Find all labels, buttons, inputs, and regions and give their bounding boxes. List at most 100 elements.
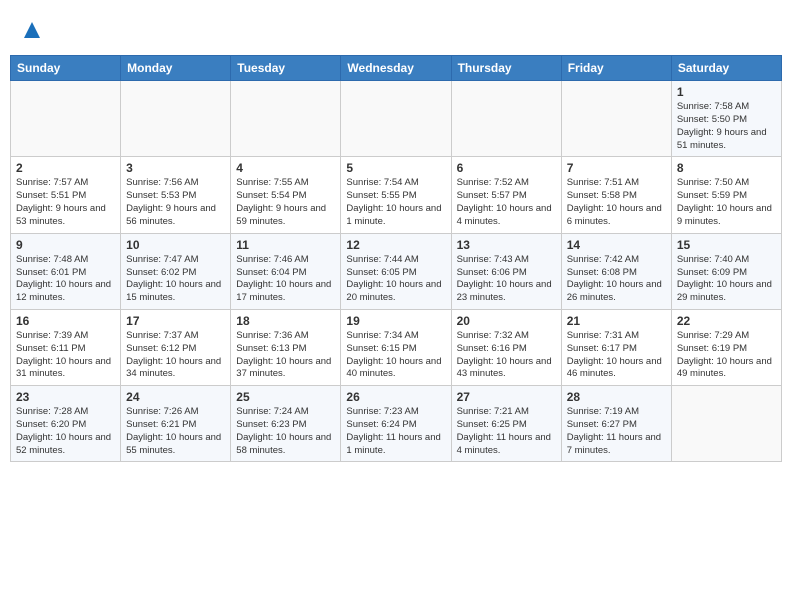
calendar-cell: 21 Sunrise: 7:31 AM Sunset: 6:17 PM Dayli…	[561, 309, 671, 385]
day-content: Sunrise: 7:50 AM Sunset: 5:59 PM Dayligh…	[677, 177, 776, 228]
day-content: Sunrise: 7:32 AM Sunset: 6:16 PM Dayligh…	[457, 330, 556, 381]
day-content: Sunrise: 7:43 AM Sunset: 6:06 PM Dayligh…	[457, 254, 556, 305]
calendar-cell: 17 Sunrise: 7:37 AM Sunset: 6:12 PM Dayli…	[121, 309, 231, 385]
calendar-cell: 7 Sunrise: 7:51 AM Sunset: 5:58 PM Daylig…	[561, 157, 671, 233]
day-number: 16	[16, 314, 115, 328]
calendar-week-row: 16 Sunrise: 7:39 AM Sunset: 6:11 PM Dayli…	[11, 309, 782, 385]
day-content: Sunrise: 7:47 AM Sunset: 6:02 PM Dayligh…	[126, 254, 225, 305]
day-number: 22	[677, 314, 776, 328]
calendar-table: SundayMondayTuesdayWednesdayThursdayFrid…	[10, 55, 782, 462]
calendar-cell: 19 Sunrise: 7:34 AM Sunset: 6:15 PM Dayli…	[341, 309, 451, 385]
day-of-week-header: Wednesday	[341, 56, 451, 81]
day-number: 17	[126, 314, 225, 328]
day-content: Sunrise: 7:21 AM Sunset: 6:25 PM Dayligh…	[457, 406, 556, 457]
day-number: 8	[677, 161, 776, 175]
day-content: Sunrise: 7:51 AM Sunset: 5:58 PM Dayligh…	[567, 177, 666, 228]
calendar-cell: 10 Sunrise: 7:47 AM Sunset: 6:02 PM Dayli…	[121, 233, 231, 309]
day-number: 21	[567, 314, 666, 328]
logo-icon	[22, 20, 42, 40]
day-number: 10	[126, 238, 225, 252]
calendar-cell	[11, 81, 121, 157]
calendar-cell: 23Sunrise: 7:28 AM Sunset: 6:20 PM Dayli…	[11, 386, 121, 462]
day-content: Sunrise: 7:55 AM Sunset: 5:54 PM Dayligh…	[236, 177, 335, 228]
calendar-cell: 18 Sunrise: 7:36 AM Sunset: 6:13 PM Dayli…	[231, 309, 341, 385]
day-number: 24	[126, 390, 225, 404]
day-content: Sunrise: 7:28 AM Sunset: 6:20 PM Dayligh…	[16, 406, 115, 457]
day-number: 15	[677, 238, 776, 252]
day-content: Sunrise: 7:29 AM Sunset: 6:19 PM Dayligh…	[677, 330, 776, 381]
day-content: Sunrise: 7:23 AM Sunset: 6:24 PM Dayligh…	[346, 406, 445, 457]
day-number: 25	[236, 390, 335, 404]
day-number: 3	[126, 161, 225, 175]
day-number: 26	[346, 390, 445, 404]
day-number: 7	[567, 161, 666, 175]
day-number: 20	[457, 314, 556, 328]
calendar-cell: 25Sunrise: 7:24 AM Sunset: 6:23 PM Dayli…	[231, 386, 341, 462]
calendar-cell: 27 Sunrise: 7:21 AM Sunset: 6:25 PM Dayli…	[451, 386, 561, 462]
day-content: Sunrise: 7:46 AM Sunset: 6:04 PM Dayligh…	[236, 254, 335, 305]
day-number: 27	[457, 390, 556, 404]
day-content: Sunrise: 7:42 AM Sunset: 6:08 PM Dayligh…	[567, 254, 666, 305]
calendar-cell: 8 Sunrise: 7:50 AM Sunset: 5:59 PM Daylig…	[671, 157, 781, 233]
day-of-week-header: Saturday	[671, 56, 781, 81]
day-content: Sunrise: 7:26 AM Sunset: 6:21 PM Dayligh…	[126, 406, 225, 457]
day-content: Sunrise: 7:31 AM Sunset: 6:17 PM Dayligh…	[567, 330, 666, 381]
calendar-cell: 6Sunrise: 7:52 AM Sunset: 5:57 PM Daylig…	[451, 157, 561, 233]
calendar-cell: 1 Sunrise: 7:58 AM Sunset: 5:50 PM Daylig…	[671, 81, 781, 157]
calendar-cell: 2 Sunrise: 7:57 AM Sunset: 5:51 PM Daylig…	[11, 157, 121, 233]
calendar-week-row: 2 Sunrise: 7:57 AM Sunset: 5:51 PM Daylig…	[11, 157, 782, 233]
day-number: 12	[346, 238, 445, 252]
day-of-week-header: Friday	[561, 56, 671, 81]
day-number: 18	[236, 314, 335, 328]
day-content: Sunrise: 7:48 AM Sunset: 6:01 PM Dayligh…	[16, 254, 115, 305]
day-number: 2	[16, 161, 115, 175]
calendar-week-row: 23Sunrise: 7:28 AM Sunset: 6:20 PM Dayli…	[11, 386, 782, 462]
day-content: Sunrise: 7:36 AM Sunset: 6:13 PM Dayligh…	[236, 330, 335, 381]
calendar-cell	[561, 81, 671, 157]
day-of-week-header: Monday	[121, 56, 231, 81]
day-content: Sunrise: 7:37 AM Sunset: 6:12 PM Dayligh…	[126, 330, 225, 381]
calendar-cell: 15Sunrise: 7:40 AM Sunset: 6:09 PM Dayli…	[671, 233, 781, 309]
day-content: Sunrise: 7:56 AM Sunset: 5:53 PM Dayligh…	[126, 177, 225, 228]
day-content: Sunrise: 7:34 AM Sunset: 6:15 PM Dayligh…	[346, 330, 445, 381]
calendar-cell: 22 Sunrise: 7:29 AM Sunset: 6:19 PM Dayli…	[671, 309, 781, 385]
day-number: 5	[346, 161, 445, 175]
calendar-cell	[231, 81, 341, 157]
calendar-week-row: 9 Sunrise: 7:48 AM Sunset: 6:01 PM Daylig…	[11, 233, 782, 309]
calendar-cell: 5 Sunrise: 7:54 AM Sunset: 5:55 PM Daylig…	[341, 157, 451, 233]
calendar-header-row: SundayMondayTuesdayWednesdayThursdayFrid…	[11, 56, 782, 81]
calendar-cell	[341, 81, 451, 157]
calendar-cell: 20 Sunrise: 7:32 AM Sunset: 6:16 PM Dayli…	[451, 309, 561, 385]
calendar-cell	[121, 81, 231, 157]
day-content: Sunrise: 7:58 AM Sunset: 5:50 PM Dayligh…	[677, 101, 776, 152]
day-of-week-header: Tuesday	[231, 56, 341, 81]
page-header	[10, 10, 782, 50]
day-content: Sunrise: 7:44 AM Sunset: 6:05 PM Dayligh…	[346, 254, 445, 305]
day-content: Sunrise: 7:57 AM Sunset: 5:51 PM Dayligh…	[16, 177, 115, 228]
calendar-cell: 13 Sunrise: 7:43 AM Sunset: 6:06 PM Dayli…	[451, 233, 561, 309]
calendar-cell: 12 Sunrise: 7:44 AM Sunset: 6:05 PM Dayli…	[341, 233, 451, 309]
day-number: 9	[16, 238, 115, 252]
day-number: 19	[346, 314, 445, 328]
day-of-week-header: Sunday	[11, 56, 121, 81]
calendar-cell	[671, 386, 781, 462]
day-number: 28	[567, 390, 666, 404]
day-of-week-header: Thursday	[451, 56, 561, 81]
calendar-week-row: 1 Sunrise: 7:58 AM Sunset: 5:50 PM Daylig…	[11, 81, 782, 157]
day-number: 4	[236, 161, 335, 175]
calendar-cell: 3 Sunrise: 7:56 AM Sunset: 5:53 PM Daylig…	[121, 157, 231, 233]
calendar-cell: 28Sunrise: 7:19 AM Sunset: 6:27 PM Dayli…	[561, 386, 671, 462]
day-content: Sunrise: 7:39 AM Sunset: 6:11 PM Dayligh…	[16, 330, 115, 381]
day-number: 11	[236, 238, 335, 252]
calendar-cell: 11 Sunrise: 7:46 AM Sunset: 6:04 PM Dayli…	[231, 233, 341, 309]
day-number: 14	[567, 238, 666, 252]
calendar-cell: 14 Sunrise: 7:42 AM Sunset: 6:08 PM Dayli…	[561, 233, 671, 309]
day-number: 13	[457, 238, 556, 252]
day-content: Sunrise: 7:54 AM Sunset: 5:55 PM Dayligh…	[346, 177, 445, 228]
calendar-cell: 26 Sunrise: 7:23 AM Sunset: 6:24 PM Dayli…	[341, 386, 451, 462]
calendar-cell: 4 Sunrise: 7:55 AM Sunset: 5:54 PM Daylig…	[231, 157, 341, 233]
calendar-cell: 24 Sunrise: 7:26 AM Sunset: 6:21 PM Dayli…	[121, 386, 231, 462]
calendar-cell: 16 Sunrise: 7:39 AM Sunset: 6:11 PM Dayli…	[11, 309, 121, 385]
logo-text	[20, 20, 42, 45]
day-number: 1	[677, 85, 776, 99]
